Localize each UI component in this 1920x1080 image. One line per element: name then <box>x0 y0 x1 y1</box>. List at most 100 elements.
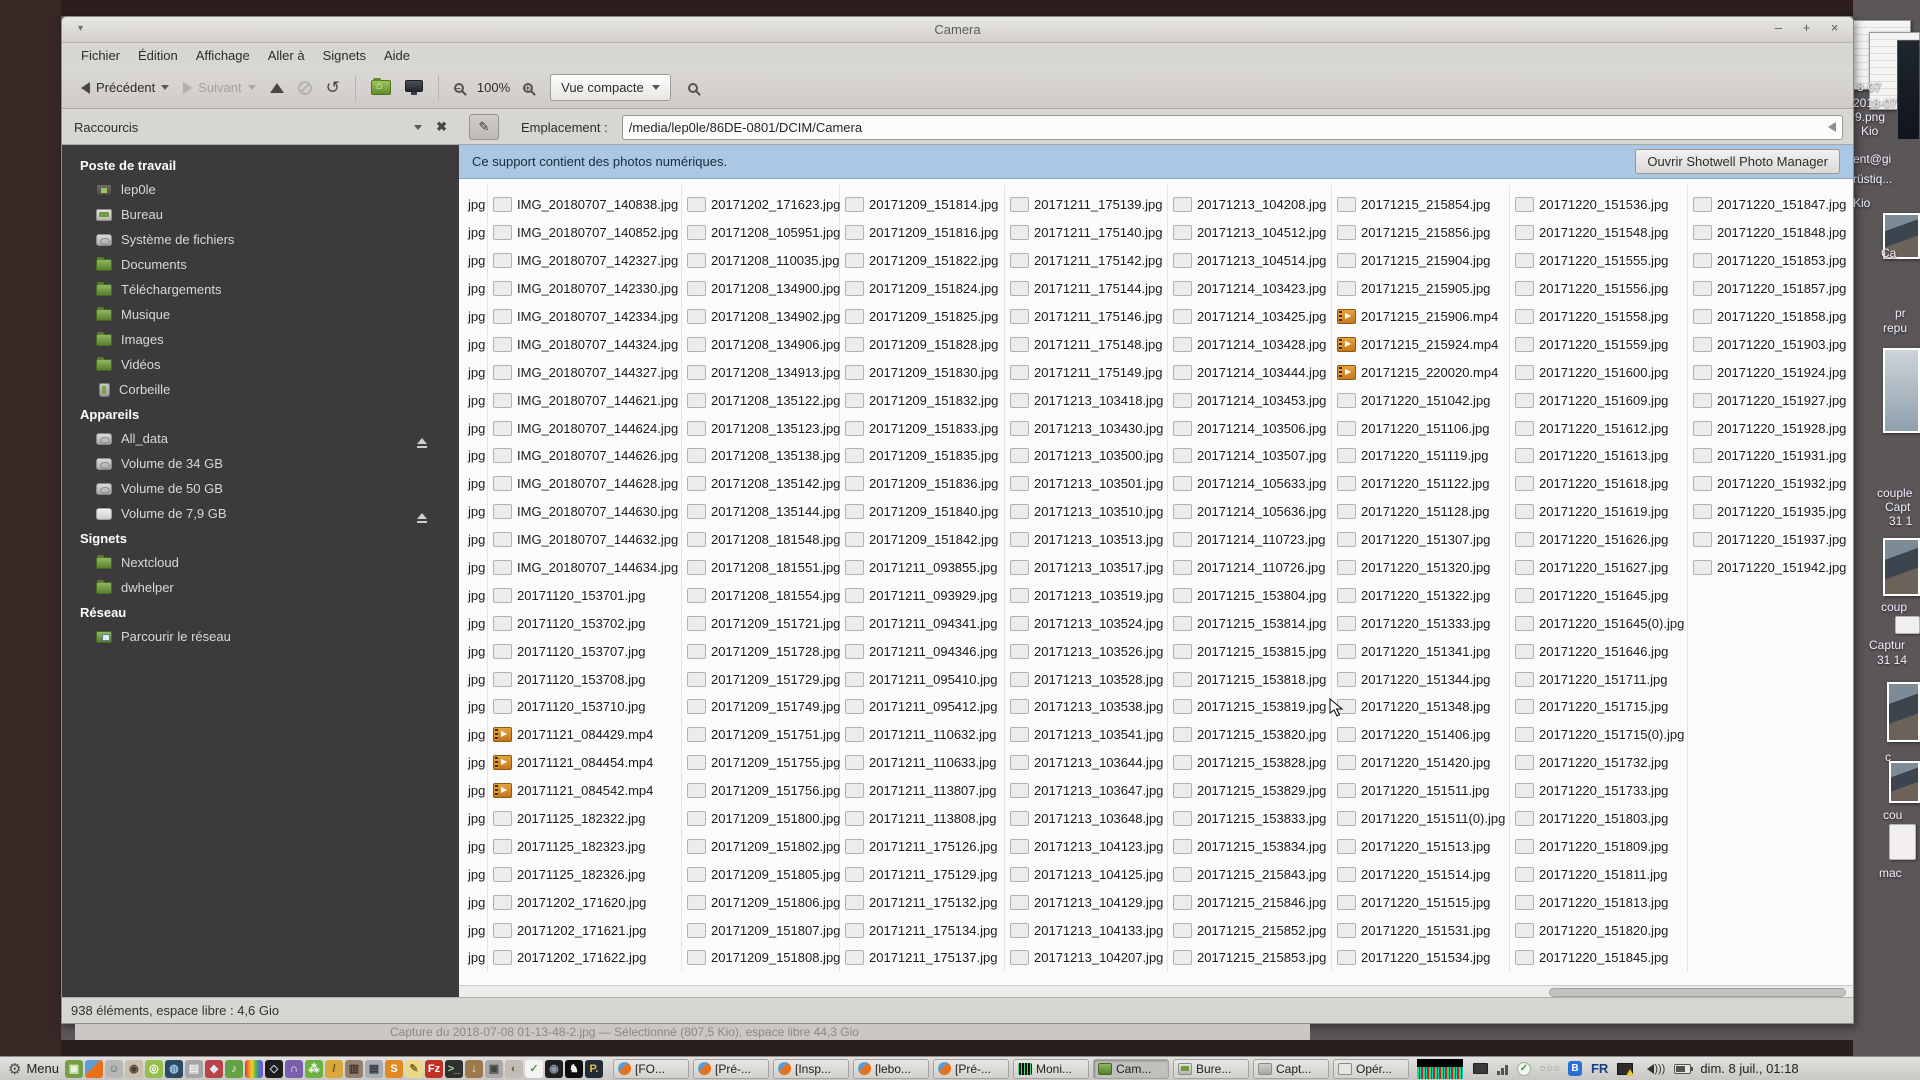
desktop-icon-label[interactable]: 2018-07 <box>1853 96 1897 110</box>
sidebar-item-parcourir-le-r-seau[interactable]: Parcourir le réseau <box>62 624 459 649</box>
file-item-clipped[interactable]: jpg <box>463 944 485 972</box>
sidebar-item-syst-me-de-fichiers[interactable]: Système de fichiers <box>62 227 459 252</box>
open-shotwell-button[interactable]: Ouvrir Shotwell Photo Manager <box>1635 149 1840 174</box>
taskbar-clock[interactable]: dim. 8 juil., 01:18 <box>1700 1061 1798 1076</box>
file-item[interactable]: 20171220_151514.jpg <box>1337 860 1505 888</box>
file-item[interactable]: 20171220_151803.jpg <box>1515 805 1684 833</box>
file-item[interactable]: 20171211_095410.jpg <box>845 665 998 693</box>
sidebar-item-bureau[interactable]: Bureau <box>62 202 459 227</box>
launcher-firefox-icon[interactable] <box>84 1059 103 1078</box>
desktop-icon-label[interactable]: couple <box>1877 486 1912 500</box>
file-item[interactable]: 20171213_104512.jpg <box>1173 219 1326 247</box>
file-item[interactable]: 20171220_151420.jpg <box>1337 749 1505 777</box>
file-item[interactable]: 20171220_151556.jpg <box>1515 275 1684 303</box>
file-item[interactable]: 20171220_151732.jpg <box>1515 749 1684 777</box>
file-item[interactable]: IMG_20180707_144630.jpg <box>493 498 678 526</box>
file-item[interactable]: 20171209_151832.jpg <box>845 386 998 414</box>
file-item[interactable]: 20171220_151122.jpg <box>1337 470 1505 498</box>
file-item[interactable]: 20171215_153815.jpg <box>1173 637 1326 665</box>
file-item[interactable]: 20171211_175146.jpg <box>1010 303 1163 331</box>
launcher-radio-icon[interactable]: ▥ <box>344 1059 363 1078</box>
file-item-clipped[interactable]: jpg <box>463 665 485 693</box>
file-item[interactable]: 20171215_153804.jpg <box>1173 581 1326 609</box>
file-item[interactable]: 20171220_151858.jpg <box>1693 303 1846 331</box>
horizontal-scrollbar-thumb[interactable] <box>1549 988 1846 997</box>
file-item[interactable]: 20171220_151618.jpg <box>1515 470 1684 498</box>
file-item-clipped[interactable]: jpg <box>463 526 485 554</box>
file-item[interactable]: 20171208_181554.jpg <box>687 581 840 609</box>
sidebar-item-t-l-chargements[interactable]: Téléchargements <box>62 277 459 302</box>
launcher-filezilla-icon[interactable]: Fz <box>424 1059 443 1078</box>
desktop-icon-label[interactable]: mac <box>1879 866 1902 880</box>
file-item[interactable]: 20171213_103517.jpg <box>1010 554 1163 582</box>
taskbar-window-opr[interactable]: Opér... <box>1332 1058 1409 1079</box>
file-item[interactable]: 20171220_151626.jpg <box>1515 526 1684 554</box>
file-item[interactable]: 20171220_151813.jpg <box>1515 888 1684 916</box>
taskbar-window-cam[interactable]: Cam... <box>1092 1058 1169 1079</box>
file-item[interactable]: 20171214_103507.jpg <box>1173 442 1326 470</box>
file-item[interactable]: IMG_20180707_142327.jpg <box>493 247 678 275</box>
volume-icon[interactable]: ))) <box>1642 1063 1665 1075</box>
file-item[interactable]: 20171213_104208.jpg <box>1173 191 1326 219</box>
shield-check-icon[interactable]: ✓ <box>1516 1061 1531 1076</box>
taskbar-window-lebo[interactable]: [lebo... <box>852 1058 929 1079</box>
file-item[interactable]: 20171209_151816.jpg <box>845 219 998 247</box>
file-item-clipped[interactable]: jpg <box>463 637 485 665</box>
file-item-clipped[interactable]: jpg <box>463 581 485 609</box>
file-item[interactable]: 20171220_151609.jpg <box>1515 386 1684 414</box>
file-item[interactable]: 20171209_151824.jpg <box>845 275 998 303</box>
taskbar-window-moni[interactable]: Moni... <box>1012 1058 1089 1079</box>
file-item[interactable]: 20171213_103430.jpg <box>1010 414 1163 442</box>
file-item[interactable]: 20171208_135138.jpg <box>687 442 840 470</box>
file-item[interactable]: 20171220_151513.jpg <box>1337 832 1505 860</box>
menu-aide[interactable]: Aide <box>375 45 419 66</box>
file-item[interactable]: 20171215_153814.jpg <box>1173 609 1326 637</box>
file-item[interactable]: IMG_20180707_140852.jpg <box>493 219 678 247</box>
file-item[interactable]: 20171220_151344.jpg <box>1337 665 1505 693</box>
background-window-statusbar[interactable]: Capture du 2018-07-08 01-13-48-2.jpg — S… <box>75 1024 1310 1040</box>
file-item[interactable]: IMG_20180707_144327.jpg <box>493 358 678 386</box>
launcher-lollypop-icon[interactable]: ◎ <box>144 1059 163 1078</box>
file-item[interactable]: 20171220_151600.jpg <box>1515 358 1684 386</box>
file-item[interactable]: 20171220_151928.jpg <box>1693 414 1846 442</box>
location-clear-icon[interactable] <box>1823 122 1836 132</box>
file-item[interactable]: 20171220_151128.jpg <box>1337 498 1505 526</box>
file-item-clipped[interactable]: jpg <box>463 832 485 860</box>
eject-icon[interactable] <box>417 508 427 523</box>
desktop-icon-label[interactable]: Kio <box>1861 124 1878 138</box>
file-item-clipped[interactable]: jpg <box>463 470 485 498</box>
file-item[interactable]: 20171209_151808.jpg <box>687 944 840 972</box>
launcher-sublime-text-icon[interactable]: S <box>384 1059 403 1078</box>
eject-icon[interactable] <box>417 433 427 448</box>
file-item[interactable]: 20171211_175142.jpg <box>1010 247 1163 275</box>
file-item[interactable]: 20171220_151848.jpg <box>1693 219 1846 247</box>
file-item[interactable]: 20171220_151646.jpg <box>1515 637 1684 665</box>
stop-button[interactable] <box>291 76 319 100</box>
file-item-clipped[interactable]: jpg <box>463 498 485 526</box>
file-item[interactable]: 20171121_084454.mp4 <box>493 749 678 777</box>
launcher-camera-app-icon[interactable]: ◉ <box>544 1059 563 1078</box>
sidebar-item-dwhelper[interactable]: dwhelper <box>62 575 459 600</box>
back-button[interactable]: Précédent <box>74 75 176 100</box>
file-item[interactable]: 20171220_151558.jpg <box>1515 303 1684 331</box>
file-item[interactable]: 20171215_215846.jpg <box>1173 888 1326 916</box>
screen-warning-icon[interactable] <box>1617 1062 1635 1076</box>
file-item[interactable]: 20171220_151845.jpg <box>1515 944 1684 972</box>
file-item-clipped[interactable]: jpg <box>463 860 485 888</box>
file-item-clipped[interactable]: jpg <box>463 888 485 916</box>
file-item[interactable]: 20171220_151857.jpg <box>1693 275 1846 303</box>
home-button[interactable] <box>364 75 398 100</box>
file-item[interactable]: 20171209_151756.jpg <box>687 777 840 805</box>
file-item-clipped[interactable]: jpg <box>463 609 485 637</box>
file-item[interactable]: 20171220_151548.jpg <box>1515 219 1684 247</box>
launcher-horse-app-icon[interactable]: ♞ <box>564 1059 583 1078</box>
file-item[interactable]: 20171220_151715.jpg <box>1515 693 1684 721</box>
file-item[interactable]: 20171213_103519.jpg <box>1010 581 1163 609</box>
desktop-icon-label[interactable]: repu <box>1883 321 1907 335</box>
file-item[interactable]: 20171125_182323.jpg <box>493 832 678 860</box>
launcher-camera-lens-icon[interactable]: ◍ <box>164 1059 183 1078</box>
file-item[interactable]: 20171220_151645(0).jpg <box>1515 609 1684 637</box>
sidebar-item-images[interactable]: Images <box>62 327 459 352</box>
launcher-video-ribbon-icon[interactable]: ◆ <box>204 1059 223 1078</box>
file-item-clipped[interactable]: jpg <box>463 414 485 442</box>
